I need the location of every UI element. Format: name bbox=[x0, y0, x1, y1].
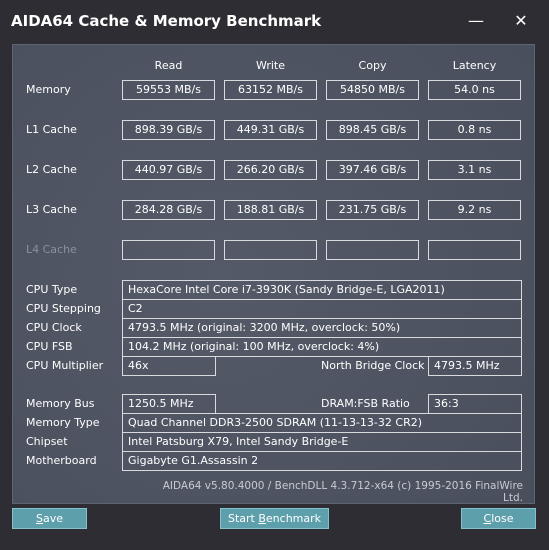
l4-latency-value bbox=[428, 240, 521, 260]
l2-read-value: 440.97 GB/s bbox=[122, 160, 215, 180]
cpu-clock-label: CPU Clock bbox=[26, 321, 82, 334]
chipset-label: Chipset bbox=[26, 435, 68, 448]
l2-write-value: 266.20 GB/s bbox=[224, 160, 317, 180]
row-label-l1-cache: L1 Cache bbox=[26, 123, 77, 136]
row-label-l4-cache: L4 Cache bbox=[26, 243, 77, 256]
save-label: ave bbox=[42, 512, 63, 525]
l2-copy-value: 397.46 GB/s bbox=[326, 160, 419, 180]
motherboard-value: Gigabyte G1.Assassin 2 bbox=[122, 451, 522, 471]
l3-read-value: 284.28 GB/s bbox=[122, 200, 215, 220]
north-bridge-clock-label: North Bridge Clock bbox=[321, 359, 425, 372]
column-header-copy: Copy bbox=[358, 59, 387, 72]
row-label-l2-cache: L2 Cache bbox=[26, 163, 77, 176]
cpu-clock-value: 4793.5 MHz (original: 3200 MHz, overcloc… bbox=[122, 318, 522, 338]
start-accelerator: B bbox=[258, 512, 266, 525]
l3-latency-value: 9.2 ns bbox=[428, 200, 521, 220]
memory-bus-label: Memory Bus bbox=[26, 397, 95, 410]
memory-type-label: Memory Type bbox=[26, 416, 100, 429]
row-label-l3-cache: L3 Cache bbox=[26, 203, 77, 216]
l4-read-value bbox=[122, 240, 215, 260]
close-icon[interactable]: ✕ bbox=[510, 10, 532, 32]
memory-read-value: 59553 MB/s bbox=[122, 80, 215, 100]
cpu-stepping-label: CPU Stepping bbox=[26, 302, 101, 315]
column-header-write: Write bbox=[255, 59, 286, 72]
dram-fsb-ratio-label: DRAM:FSB Ratio bbox=[321, 397, 410, 410]
cpu-fsb-label: CPU FSB bbox=[26, 340, 73, 353]
l3-copy-value: 231.75 GB/s bbox=[326, 200, 419, 220]
column-header-latency: Latency bbox=[452, 59, 497, 72]
start-benchmark-button[interactable]: Start Benchmark bbox=[220, 508, 329, 529]
save-button[interactable]: Save bbox=[12, 508, 87, 529]
l2-latency-value: 3.1 ns bbox=[428, 160, 521, 180]
memory-bus-value: 1250.5 MHz bbox=[122, 394, 216, 414]
benchmark-window: AIDA64 Cache & Memory Benchmark — ✕ Read… bbox=[0, 0, 549, 550]
memory-type-value: Quad Channel DDR3-2500 SDRAM (11-13-13-3… bbox=[122, 413, 522, 433]
title-bar[interactable]: AIDA64 Cache & Memory Benchmark — ✕ bbox=[0, 0, 549, 44]
l4-write-value bbox=[224, 240, 317, 260]
minimize-icon[interactable]: — bbox=[465, 10, 487, 32]
l1-copy-value: 898.45 GB/s bbox=[326, 120, 419, 140]
l4-copy-value bbox=[326, 240, 419, 260]
close-label: lose bbox=[491, 512, 514, 525]
close-button[interactable]: Close bbox=[461, 508, 536, 529]
memory-latency-value: 54.0 ns bbox=[428, 80, 521, 100]
l1-write-value: 449.31 GB/s bbox=[224, 120, 317, 140]
cpu-type-label: CPU Type bbox=[26, 283, 78, 296]
cpu-fsb-value: 104.2 MHz (original: 100 MHz, overclock:… bbox=[122, 337, 522, 357]
north-bridge-clock-value: 4793.5 MHz bbox=[428, 356, 522, 376]
memory-copy-value: 54850 MB/s bbox=[326, 80, 419, 100]
motherboard-label: Motherboard bbox=[26, 454, 97, 467]
l1-read-value: 898.39 GB/s bbox=[122, 120, 215, 140]
cpu-stepping-value: C2 bbox=[122, 299, 522, 319]
cpu-type-value: HexaCore Intel Core i7-3930K (Sandy Brid… bbox=[122, 280, 522, 300]
save-accelerator: S bbox=[35, 512, 43, 525]
l3-write-value: 188.81 GB/s bbox=[224, 200, 317, 220]
column-header-read: Read bbox=[154, 59, 183, 72]
version-footer: AIDA64 v5.80.4000 / BenchDLL 4.3.712-x64… bbox=[162, 480, 523, 504]
row-label-memory: Memory bbox=[26, 83, 71, 96]
cpu-multiplier-label: CPU Multiplier bbox=[26, 359, 104, 372]
window-title: AIDA64 Cache & Memory Benchmark bbox=[11, 12, 322, 30]
memory-write-value: 63152 MB/s bbox=[224, 80, 317, 100]
l1-latency-value: 0.8 ns bbox=[428, 120, 521, 140]
dram-fsb-ratio-value: 36:3 bbox=[428, 394, 522, 414]
start-label-rest: enchmark bbox=[265, 512, 322, 525]
start-label-pre: Start bbox=[227, 512, 259, 525]
chipset-value: Intel Patsburg X79, Intel Sandy Bridge-E bbox=[122, 432, 522, 452]
cpu-multiplier-value: 46x bbox=[122, 356, 216, 376]
